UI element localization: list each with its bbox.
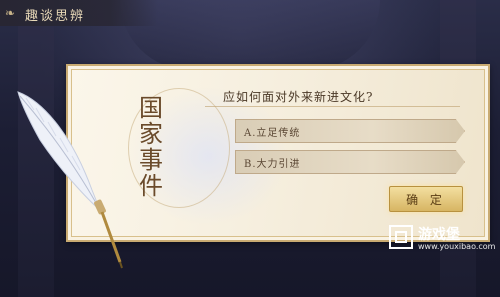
background-pillar bbox=[18, 0, 54, 297]
confirm-button[interactable]: 确 定 bbox=[389, 186, 463, 212]
question-text: 应如何面对外来新进文化? bbox=[223, 90, 374, 104]
watermark-url: www.youxibao.com bbox=[418, 242, 496, 251]
confirm-label: 确 定 bbox=[406, 193, 446, 207]
option-b-label: B.大力引进 bbox=[244, 159, 301, 170]
logo-icon bbox=[389, 225, 413, 249]
background-arch bbox=[120, 0, 380, 70]
watermark-brand: 游戏堡 bbox=[418, 227, 460, 243]
ornament-icon: ❧ bbox=[5, 6, 16, 20]
event-title: 国家事件 bbox=[139, 94, 163, 200]
divider bbox=[205, 106, 460, 107]
option-b-button[interactable]: B.大力引进 bbox=[235, 150, 465, 174]
option-a-button[interactable]: A.立足传统 bbox=[235, 119, 465, 143]
option-a-label: A.立足传统 bbox=[244, 128, 301, 139]
page-title: 趣谈思辨 bbox=[25, 9, 86, 24]
header-bar: ❧ 趣谈思辨 bbox=[0, 0, 158, 26]
watermark: 游戏堡 www.youxibao.com bbox=[388, 222, 496, 256]
